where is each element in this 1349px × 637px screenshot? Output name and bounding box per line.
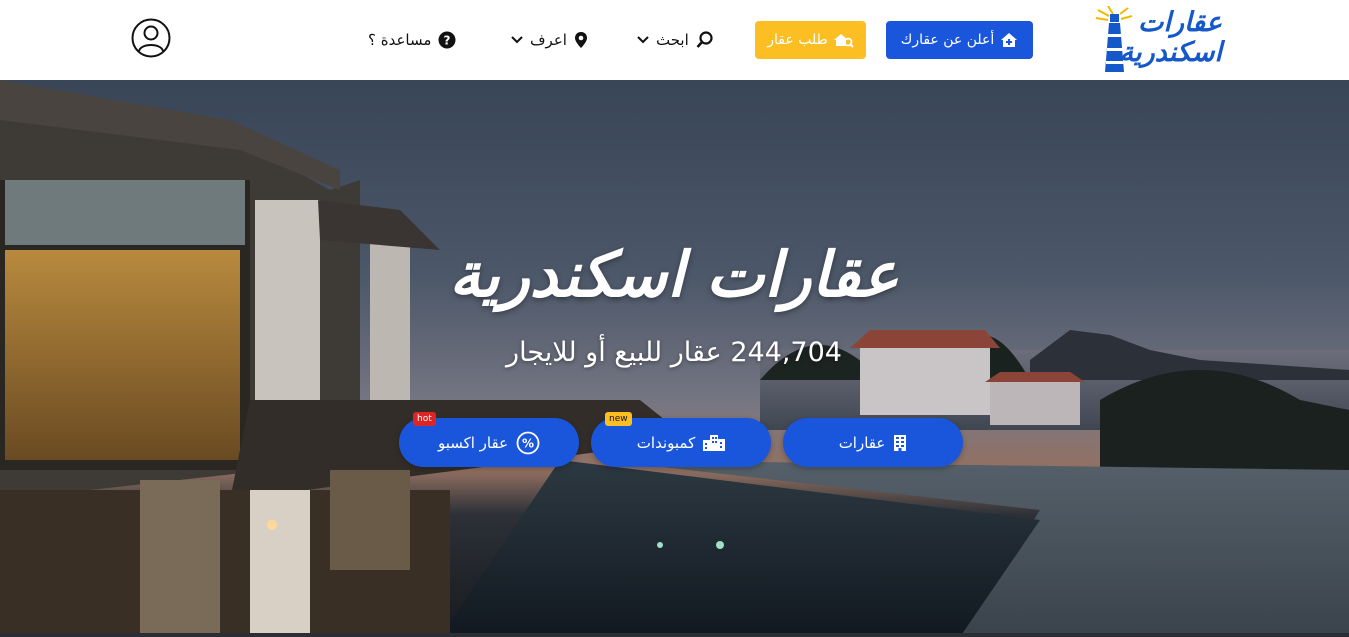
map-pin-icon [574,32,587,48]
house-search-icon [833,34,854,48]
site-logo[interactable]: عقارات اسكندرية [1094,6,1222,74]
building-icon [894,434,907,451]
nav-search[interactable]: ابحث [637,28,714,52]
city-icon [703,434,726,451]
compounds-button[interactable]: new كمبوندات [591,412,771,467]
request-property-label: طلب عقار [767,32,828,48]
expo-label: عقار اكسبو [437,433,509,452]
question-circle-icon: ? [438,31,456,49]
nav-search-label: ابحث [656,31,689,49]
site-header: عقارات اسكندرية أعلن عن عقارك طلب عقار ا… [0,0,1349,80]
home-plus-icon [1001,33,1018,47]
post-property-label: أعلن عن عقارك [900,32,995,48]
logo-line-1: عقارات [1138,7,1222,38]
request-property-button[interactable]: طلب عقار [755,21,866,59]
chevron-down-icon [637,36,649,44]
nav-discover-label: اعرف [530,31,567,49]
svg-text:%: % [522,436,534,450]
hero-subtitle: 244,704 عقار للبيع أو للايجار [506,337,842,368]
nav-help-label: مساعدة ؟ [368,31,432,49]
logo-line-2: اسكندرية [1119,37,1222,68]
nav-discover[interactable]: اعرف [511,28,588,52]
user-circle-icon [131,18,171,58]
properties-button[interactable]: عقارات [783,418,963,467]
hero-title: عقارات اسكندرية [449,238,899,311]
post-property-button[interactable]: أعلن عن عقارك [886,21,1033,59]
compounds-label: كمبوندات [636,433,696,452]
svg-text:?: ? [444,34,451,48]
logo-text: عقارات اسكندرية [1119,7,1222,68]
user-account-button[interactable] [131,18,171,58]
chevron-down-icon [511,36,523,44]
hot-badge: hot [413,412,436,426]
expo-button[interactable]: hot % عقار اكسبو [399,412,579,467]
percent-circle-icon: % [516,431,540,454]
bottom-strip [0,633,1349,637]
properties-label: عقارات [838,433,886,452]
new-badge: new [605,412,632,426]
search-icon [696,31,713,48]
nav-help[interactable]: ? مساعدة ؟ [368,28,456,52]
hero-section: عقارات اسكندرية 244,704 عقار للبيع أو لل… [0,80,1349,637]
